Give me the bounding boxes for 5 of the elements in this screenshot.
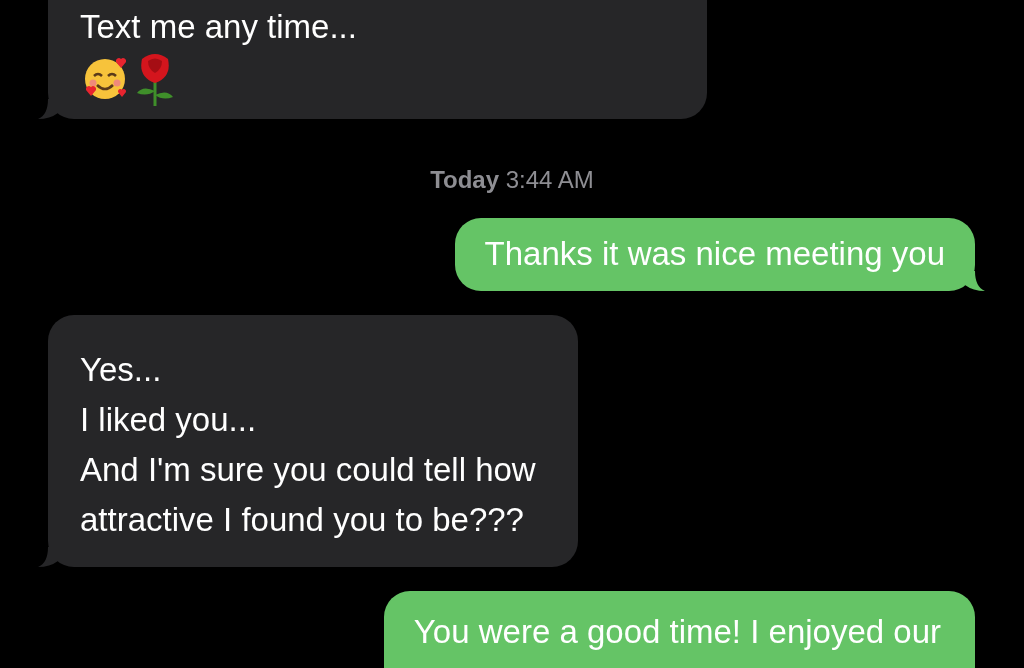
message-text: Yes... I liked you... And I'm sure you could tell how attractive I found you to be??? bbox=[80, 350, 536, 540]
message-text: You were a good time! I enjoyed our bbox=[413, 612, 941, 652]
message-timestamp: Today 3:44 AM bbox=[430, 166, 594, 194]
message-text: Text me any time... bbox=[80, 7, 357, 47]
message-text: Thanks it was nice meeting you bbox=[484, 234, 945, 274]
